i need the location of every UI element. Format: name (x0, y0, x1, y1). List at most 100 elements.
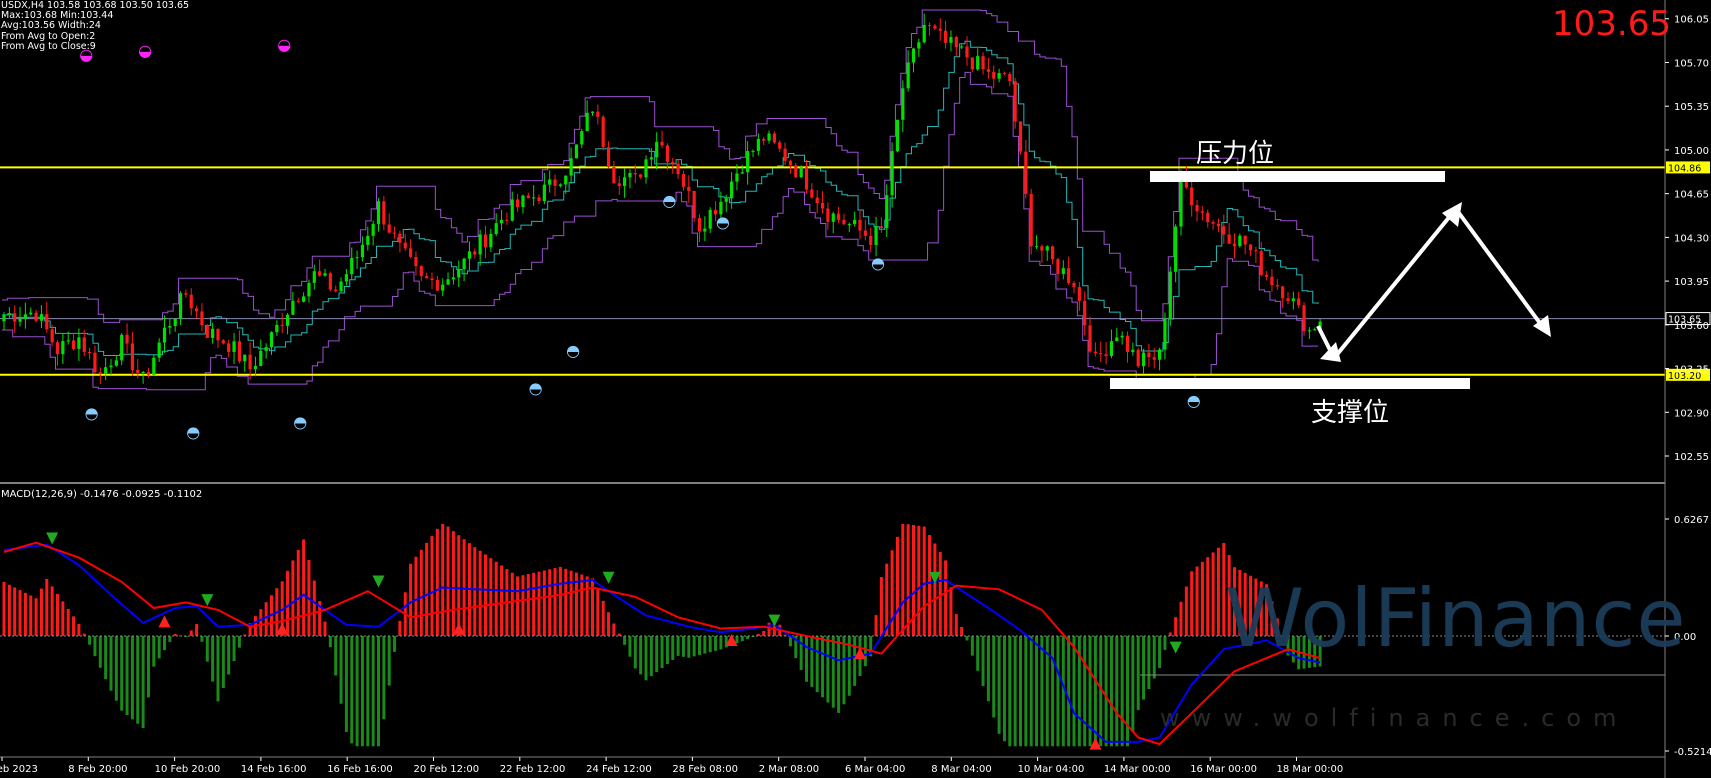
candle-body (419, 266, 423, 277)
macd-histogram-bar (596, 589, 600, 636)
macd-histogram-bar (981, 636, 985, 686)
candle-body (360, 244, 365, 258)
candle-body (692, 190, 696, 219)
macd-histogram-bar (88, 636, 92, 645)
candle-body (660, 141, 664, 146)
candle-body (665, 145, 669, 162)
candle-body (1313, 329, 1317, 331)
macd-histogram-bar (1109, 636, 1113, 747)
candle-body (1029, 193, 1033, 247)
candle-body (1120, 335, 1124, 338)
candle-body (526, 195, 530, 199)
candle-body (248, 354, 252, 370)
macd-histogram-bar (655, 636, 659, 673)
macd-histogram-bar (1131, 636, 1135, 732)
candle-body (366, 235, 370, 245)
macd-histogram-bar (339, 636, 343, 704)
macd-histogram-bar (938, 551, 942, 636)
macd-histogram-bar (414, 556, 418, 636)
time-axis-label: 8 Mar 04:00 (931, 764, 991, 775)
candle-body (302, 296, 306, 302)
candle-body (1190, 187, 1194, 206)
candle-body (505, 219, 509, 221)
macd-histogram-bar (98, 636, 102, 668)
macd-histogram-bar (296, 549, 300, 636)
macd-histogram-bar (205, 636, 209, 662)
macd-histogram-bar (681, 636, 685, 657)
macd-histogram-bar (489, 558, 493, 636)
macd-histogram-bar (328, 636, 332, 648)
time-axis-label: 16 Mar 00:00 (1190, 764, 1257, 775)
candle-body (1302, 305, 1306, 332)
macd-histogram-bar (698, 636, 701, 655)
candle-body (756, 138, 760, 151)
macd-histogram-bar (2, 582, 6, 636)
macd-histogram-bar (494, 561, 498, 636)
candle-body (205, 325, 209, 339)
candle-body (799, 167, 803, 178)
macd-histogram-bar (77, 623, 81, 636)
candle-body (794, 165, 798, 178)
candle-body (820, 203, 825, 209)
macd-histogram-bar (393, 636, 397, 652)
macd-histogram-bar (312, 580, 316, 636)
macd-histogram-bar (719, 636, 723, 650)
symbol-info-panel: USDX,H4 103.58 103.68 103.50 103.65 Max:… (1, 0, 189, 52)
candle-body (93, 352, 97, 373)
watermark-url: www.wolfinance.com (1160, 704, 1629, 732)
macd-histogram-bar (34, 598, 38, 636)
candle-body (227, 343, 231, 352)
cross-down-arrow-icon (372, 575, 385, 588)
time-axis-label: 10 Feb 20:00 (155, 764, 221, 775)
candle-body (221, 340, 225, 344)
price-axis-label: 106.05 (1674, 15, 1709, 26)
candle-body (173, 318, 177, 327)
candle-body (601, 116, 605, 148)
candle-body (189, 294, 193, 309)
macd-histogram-bar (1093, 636, 1097, 747)
candle-body (580, 131, 584, 145)
candle-body (863, 230, 867, 236)
macd-histogram-bar (61, 601, 65, 636)
candle-body (810, 189, 814, 198)
price-axis-label: 104.65 (1674, 190, 1709, 201)
candle-body (1163, 318, 1167, 350)
price-axis-label: 105.00 (1674, 146, 1709, 157)
candle-body (1109, 341, 1114, 356)
candle-body (553, 179, 557, 186)
macd-histogram-bar (687, 636, 691, 658)
candle-body (1227, 234, 1231, 244)
candle-body (104, 367, 108, 374)
candle-body (1056, 259, 1060, 274)
price-axis-label: 102.55 (1674, 452, 1709, 463)
candle-body (564, 175, 568, 185)
macd-histogram-bar (954, 614, 958, 636)
candle-body (1216, 223, 1221, 227)
envelope-upper-line (2, 9, 1319, 323)
macd-histogram-bar (601, 600, 605, 636)
macd-histogram-bar (1035, 636, 1039, 747)
time-axis-label: 14 Mar 00:00 (1104, 764, 1171, 775)
candle-body (125, 334, 129, 344)
candle-body (1286, 298, 1290, 302)
macd-histogram-bar (457, 535, 461, 636)
candle-body (1195, 205, 1199, 212)
macd-histogram-bar (1147, 636, 1151, 690)
macd-histogram-bar (714, 636, 718, 651)
candle-body (1307, 330, 1311, 332)
macd-histogram-bar (451, 531, 455, 636)
macd-histogram-bar (826, 636, 830, 703)
candle-body (1093, 351, 1097, 354)
macd-histogram-bar (264, 602, 268, 636)
candle-body (1206, 212, 1210, 223)
macd-histogram-bar (553, 568, 557, 636)
candle-body (1291, 298, 1295, 302)
candle-body (136, 369, 140, 373)
candle-body (708, 209, 712, 229)
macd-axis-label: 0.6267 (1674, 515, 1709, 526)
candle-body (1008, 74, 1012, 82)
candle-body (853, 219, 857, 225)
macd-histogram-bar (1163, 636, 1167, 650)
fractal-up-icon: ◒ (277, 35, 291, 54)
candle-body (879, 226, 883, 228)
